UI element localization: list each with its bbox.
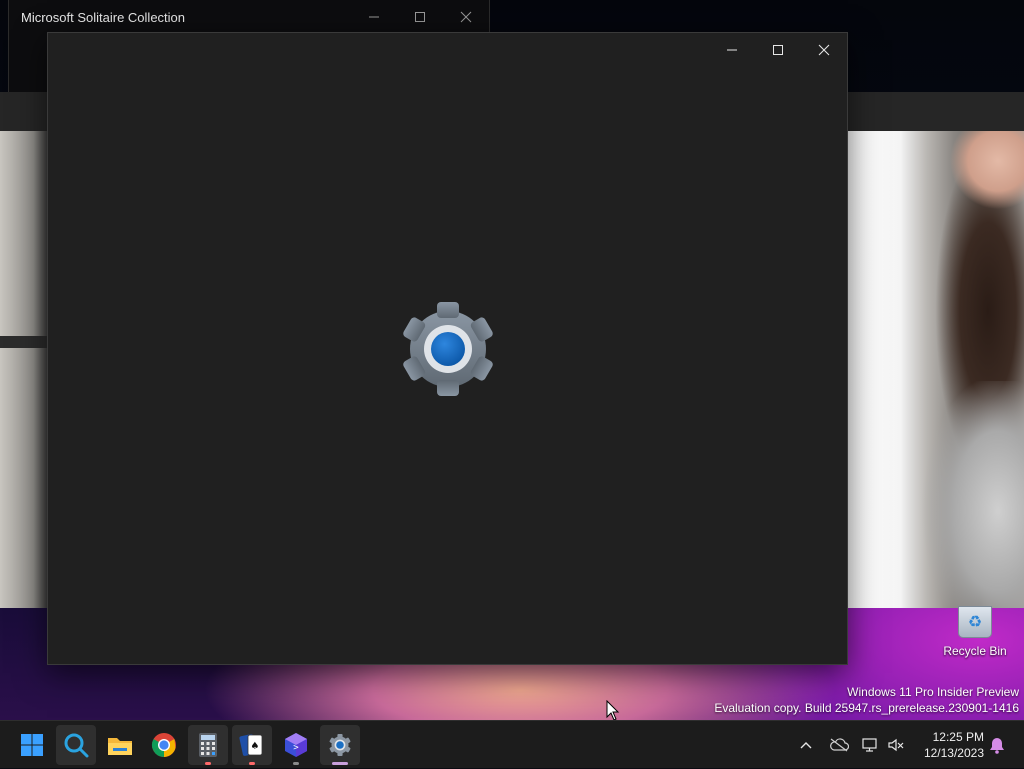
settings-window-controls [709,33,847,67]
minimize-icon [727,49,737,51]
clock-time: 12:25 PM [932,730,984,744]
folder-icon [108,738,132,755]
settings-minimize-button[interactable] [709,33,755,67]
start-button[interactable] [12,725,52,765]
close-icon [818,44,830,56]
solitaire-button[interactable]: ♠ [232,725,272,765]
onedrive-button[interactable] [826,721,852,769]
search-icon [64,733,89,758]
photo-frame-edge [0,336,48,348]
watermark-edition: Windows 11 Pro Insider Preview [847,685,1019,699]
svg-text:♠: ♠ [251,741,260,752]
settings-gear-splash-icon [398,301,498,397]
show-hidden-icons-button[interactable] [796,721,816,769]
notifications-button[interactable] [986,721,1008,769]
settings-window[interactable] [47,32,848,665]
maximize-icon [773,45,783,55]
windows-start-icon [21,734,43,756]
settings-maximize-button[interactable] [755,33,801,67]
chrome-icon [151,733,176,757]
background-photo-right [848,131,1024,608]
running-indicator [205,762,211,765]
recycle-bin-shortcut[interactable]: ♻ Recycle Bin [938,606,1012,658]
photo-sweater [918,381,1024,608]
close-icon [460,11,472,23]
running-indicator [293,762,299,765]
mouse-cursor-icon [606,700,620,721]
minimize-icon [369,16,379,18]
calculator-button[interactable] [188,725,228,765]
dev-home-button[interactable]: > [276,725,316,765]
recycle-bin-icon: ♻ [958,606,992,638]
active-window-indicator [332,762,348,765]
solitaire-minimize-button[interactable] [351,0,397,34]
gear-icon [403,302,493,396]
solitaire-maximize-button[interactable] [397,0,443,34]
bell-icon [990,738,1004,754]
cloud-offline-icon [830,738,849,752]
running-indicator [249,762,255,765]
windows-watermark: Windows 11 Pro Insider Preview Evaluatio… [714,684,1019,716]
background-photo-left [0,131,48,608]
solitaire-titlebar[interactable]: Microsoft Solitaire Collection [9,0,489,34]
svg-text:>: > [293,743,299,753]
recycle-bin-label: Recycle Bin [943,644,1007,658]
file-explorer-button[interactable] [100,725,140,765]
calculator-icon [199,733,217,757]
gear-icon [329,734,351,756]
clock-date: 12/13/2023 [923,746,984,760]
network-button[interactable] [858,721,882,769]
speaker-muted-icon [888,738,904,752]
maximize-icon [415,12,425,22]
solitaire-window-title: Microsoft Solitaire Collection [21,9,186,25]
volume-button[interactable] [884,721,908,769]
solitaire-close-button[interactable] [443,0,489,34]
chevron-up-icon [800,742,812,749]
taskbar: ♠ > 12:25 PM 12/13/2023 [0,720,1024,768]
search-button[interactable] [56,725,96,765]
network-icon [862,738,877,752]
dev-home-icon: > [285,733,307,757]
taskbar-clock[interactable]: 12:25 PM 12/13/2023 [914,729,984,761]
cards-icon: ♠ [239,734,263,756]
chrome-button[interactable] [144,725,184,765]
settings-button[interactable] [320,725,360,765]
watermark-build: Evaluation copy. Build 25947.rs_prerelea… [714,701,1019,715]
settings-close-button[interactable] [801,33,847,67]
photo-face [928,131,1024,231]
